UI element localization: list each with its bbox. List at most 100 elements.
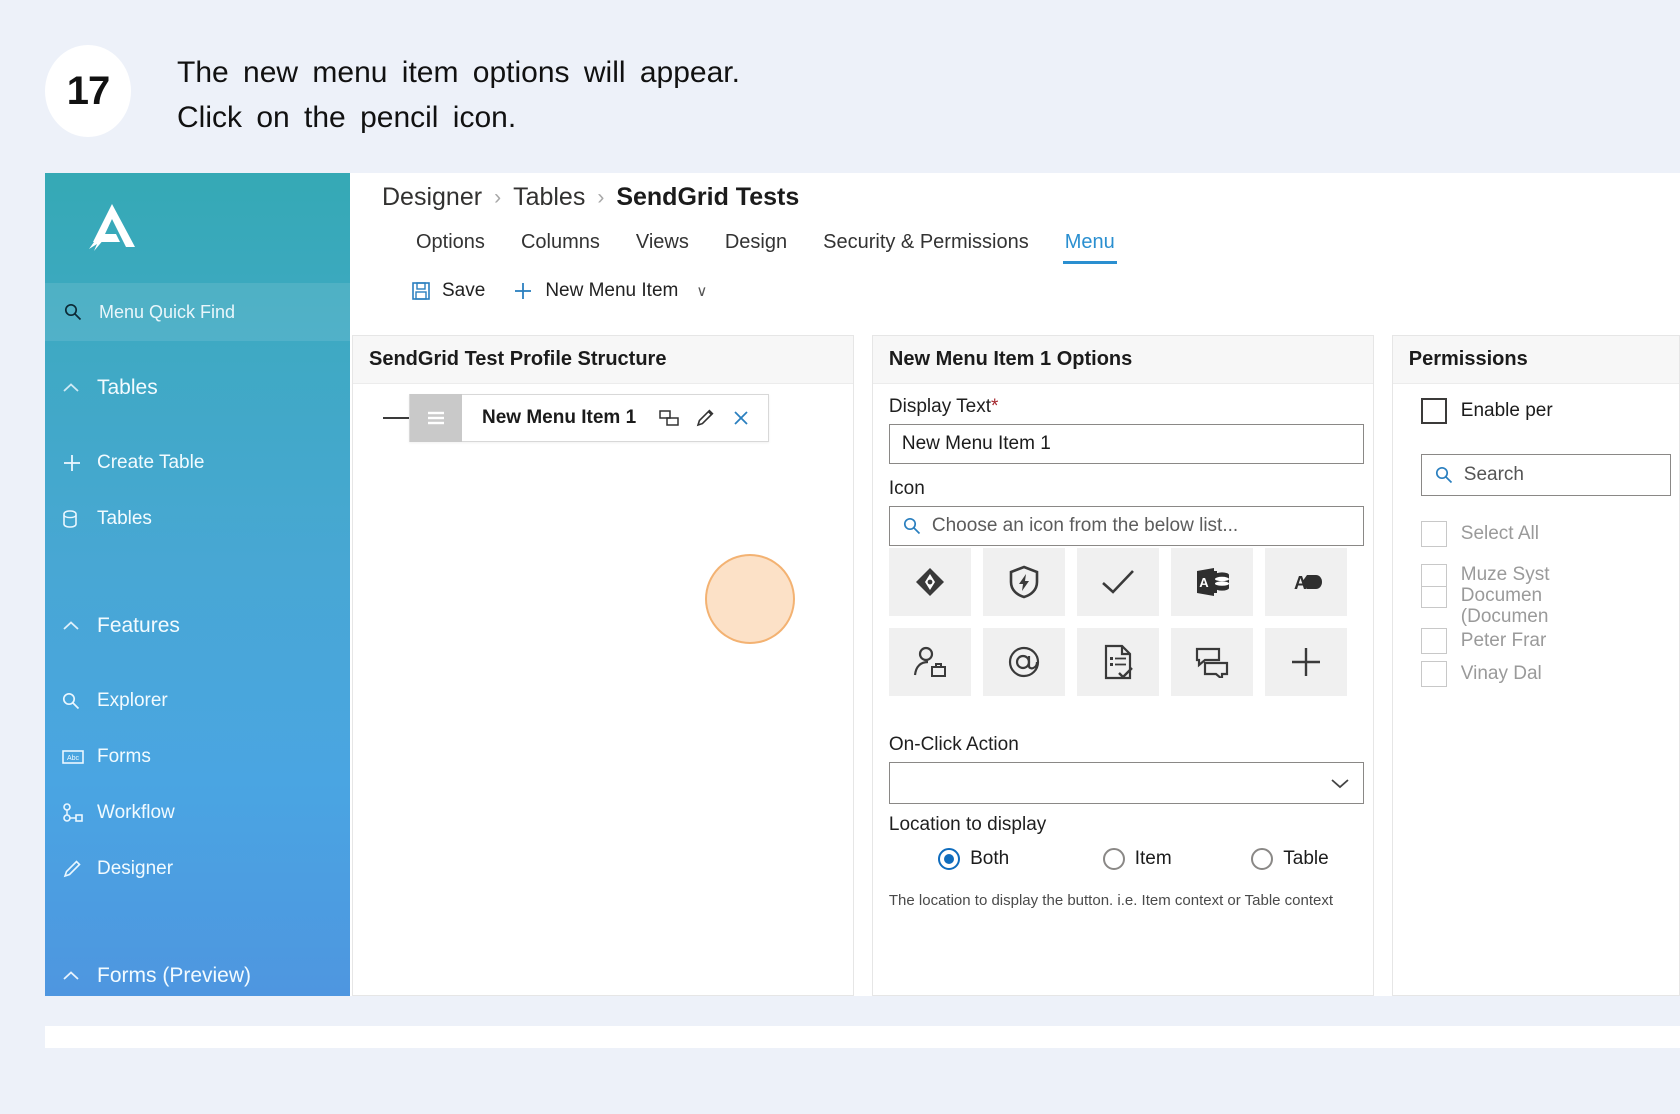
on-click-action-select[interactable] — [888, 762, 1364, 804]
sidebar-item-workflow[interactable]: Workflow — [45, 785, 350, 841]
tab-columns[interactable]: Columns — [503, 231, 618, 264]
display-text-label-text: Display Text — [888, 396, 991, 417]
checkbox-icon[interactable] — [1420, 398, 1447, 424]
tab-menu[interactable]: Menu — [1047, 231, 1133, 264]
icon-search-input[interactable]: Choose an icon from the below list... — [888, 506, 1364, 546]
icon-label: Icon — [888, 478, 925, 499]
menu-item-card[interactable]: New Menu Item 1 — [409, 394, 770, 442]
icon-field-group: Icon Choose an icon from the below list.… — [888, 478, 1364, 546]
location-hint-text: The location to display the button. i.e.… — [888, 892, 1334, 909]
chevron-up-icon — [61, 619, 91, 633]
sidebar-item-forms[interactable]: Abc Forms — [45, 729, 350, 785]
sidebar-item-explorer[interactable]: Explorer — [45, 673, 350, 729]
radio-table[interactable]: Table — [1216, 848, 1364, 870]
svg-text:A: A — [1199, 575, 1209, 590]
on-click-action-group: On-Click Action — [888, 734, 1364, 804]
select-all-row[interactable]: Select All — [1420, 521, 1539, 547]
permissions-panel: Permissions Enable per Search Select All — [1391, 335, 1680, 996]
permissions-search-placeholder: Search — [1463, 464, 1524, 485]
document-checklist-icon[interactable] — [1076, 628, 1159, 696]
display-text-field-group: Display Text* New Menu Item 1 — [888, 396, 1364, 464]
hamburger-drag-handle-icon[interactable] — [410, 394, 462, 442]
sidebar-menu-quick-find[interactable]: Menu Quick Find — [45, 283, 350, 341]
plus-icon — [61, 452, 91, 474]
sidebar-group-tables[interactable]: Tables — [45, 357, 350, 419]
tree-connector-line — [383, 417, 409, 419]
breadcrumb-item-tables[interactable]: Tables — [513, 183, 585, 212]
permission-entry-row[interactable]: Vinay Dal — [1420, 661, 1542, 687]
sidebar-group-forms-preview[interactable]: Forms (Preview) — [45, 945, 350, 996]
save-disk-icon — [410, 280, 432, 302]
breadcrumb-item-designer[interactable]: Designer — [382, 183, 482, 212]
sidebar-group-label: Forms (Preview) — [97, 964, 252, 987]
permission-entry-row[interactable]: Peter Frar — [1420, 628, 1547, 654]
display-text-input[interactable]: New Menu Item 1 — [888, 424, 1364, 464]
at-sign-icon[interactable] — [982, 628, 1065, 696]
abc-textbox-icon: Abc — [61, 748, 91, 766]
new-menu-item-button[interactable]: New Menu Item ∨ — [511, 279, 707, 303]
chevron-up-icon — [61, 969, 91, 983]
permission-entry-text: Muze Syst Documen (Documen — [1461, 564, 1550, 627]
tab-security-permissions[interactable]: Security & Permissions — [805, 231, 1047, 264]
checkbox-icon[interactable] — [1420, 628, 1447, 654]
search-icon — [63, 302, 93, 322]
save-label: Save — [442, 280, 486, 301]
sidebar-group-label: Tables — [97, 376, 158, 399]
menu-item-row: New Menu Item 1 — [383, 394, 770, 442]
sidebar-item-create-table[interactable]: Create Table — [45, 435, 350, 491]
radio-both[interactable]: Both — [889, 848, 1059, 870]
options-panel-title: New Menu Item 1 Options — [872, 336, 1373, 384]
sidebar-item-tables[interactable]: Tables — [45, 491, 350, 547]
shield-lightning-icon[interactable] — [982, 548, 1065, 616]
instruction-text: The new menu item options will appear. C… — [177, 50, 1177, 140]
sidebar-item-label: Workflow — [97, 802, 175, 823]
bottom-background-strip — [0, 996, 1680, 1114]
radio-item[interactable]: Item — [1058, 848, 1216, 870]
duplicate-icon[interactable] — [658, 408, 680, 428]
sidebar-group-features[interactable]: Features — [45, 595, 350, 657]
plus-icon[interactable] — [1264, 628, 1347, 696]
panels-row: SendGrid Test Profile Structure New Menu… — [350, 335, 1680, 996]
search-icon — [61, 691, 91, 711]
permission-entry-row[interactable]: Muze Syst Documen (Documen — [1420, 564, 1550, 627]
sidebar-item-label: Designer — [97, 858, 174, 879]
database-icon — [61, 508, 91, 530]
pencil-edit-icon[interactable] — [694, 407, 716, 429]
chat-messages-icon[interactable] — [1170, 628, 1253, 696]
required-asterisk: * — [990, 396, 999, 417]
checkbox-icon[interactable] — [1420, 564, 1447, 608]
enable-permissions-label: Enable per — [1460, 400, 1553, 421]
display-text-label: Display Text* — [889, 396, 1364, 418]
enable-permissions-row[interactable]: Enable per — [1420, 398, 1553, 424]
checkbox-icon[interactable] — [1420, 661, 1447, 687]
location-radio-group: Both Item Table — [889, 848, 1364, 870]
permission-entry-text: Peter Frar — [1460, 630, 1547, 651]
chevron-down-icon[interactable]: ∨ — [696, 282, 707, 300]
close-remove-icon[interactable] — [730, 407, 752, 429]
breadcrumb-item-current: SendGrid Tests — [616, 183, 800, 211]
breadcrumb-separator-icon: › — [494, 185, 502, 209]
permission-entry-line-1: Muze Syst — [1460, 564, 1550, 585]
checkbox-icon[interactable] — [1420, 521, 1447, 547]
content-area: Designer › Tables › SendGrid Tests Optio… — [350, 173, 1680, 996]
sidebar-item-label: Forms — [97, 746, 151, 767]
tab-views[interactable]: Views — [618, 231, 707, 264]
sidebar-group-label: Features — [97, 614, 180, 637]
tab-options[interactable]: Options — [398, 231, 503, 264]
diamond-arrows-icon[interactable] — [888, 548, 971, 616]
radio-dot-icon — [1102, 848, 1125, 870]
access-database-icon[interactable]: A — [1170, 548, 1253, 616]
sidebar-item-designer[interactable]: Designer — [45, 841, 350, 897]
sidebar-logo-area — [45, 173, 350, 283]
tab-design[interactable]: Design — [707, 231, 805, 264]
checkmark-icon[interactable] — [1076, 548, 1159, 616]
plus-icon — [511, 279, 535, 303]
breadcrumb-separator-icon: › — [597, 185, 605, 209]
save-button[interactable]: Save — [410, 280, 485, 302]
structure-panel-title: SendGrid Test Profile Structure — [353, 336, 853, 384]
new-menu-item-label: New Menu Item — [545, 280, 679, 301]
annotation-a-icon[interactable]: A — [1264, 548, 1347, 616]
permissions-search-input[interactable]: Search — [1420, 454, 1671, 496]
person-briefcase-icon[interactable] — [888, 628, 971, 696]
location-to-display-label: Location to display — [888, 814, 1047, 835]
